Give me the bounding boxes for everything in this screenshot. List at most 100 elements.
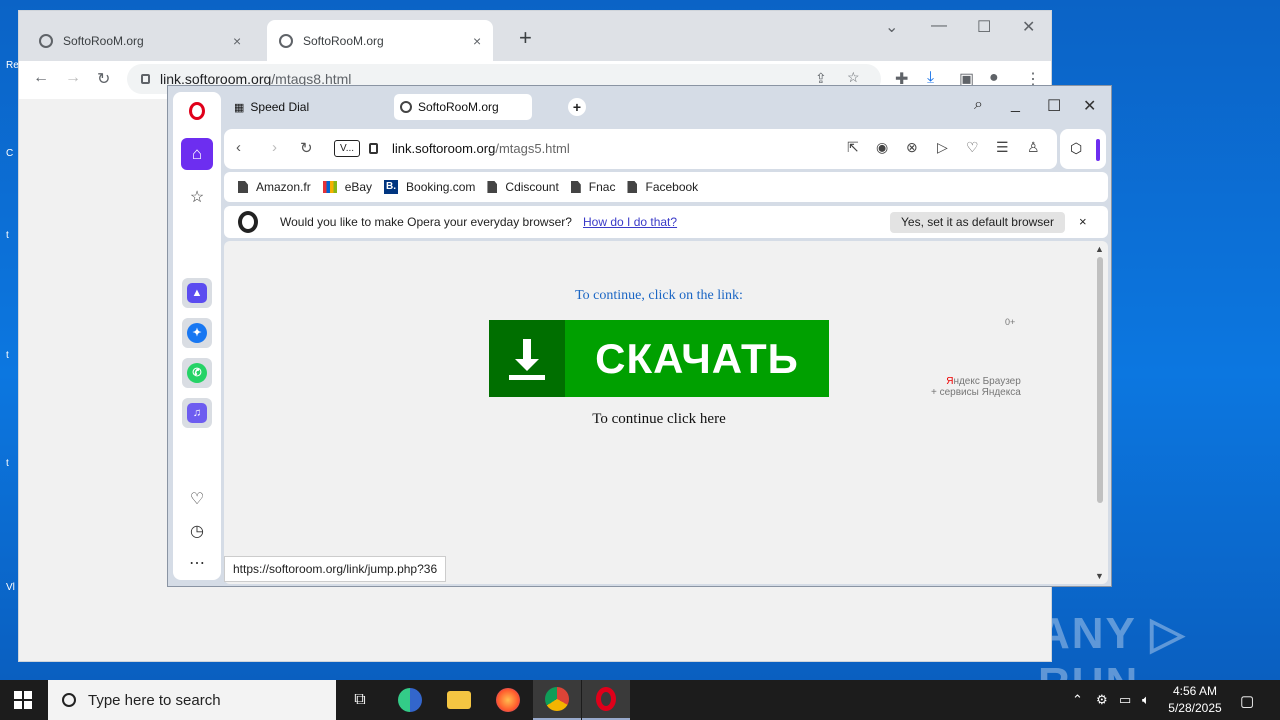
bookmark-item[interactable]: B. Booking.com [384,180,475,194]
age-rating: 0+ [1005,317,1016,327]
bookmark-star-icon[interactable]: ☆ [847,69,860,86]
more-icon[interactable]: ⋯ [187,554,207,574]
scrollbar[interactable]: ▲ ▼ [1095,244,1105,581]
opera-window: ⌂ ☆ ▲ ✦ ✆ ♫ ♡ ◷ ⋯ ▦ Speed Dial SoftoRooM… [167,85,1112,587]
yandex-line1: ндекс Браузер [953,376,1021,387]
close-window-button[interactable]: ✕ [1083,96,1096,116]
opera-address-bar: ‹ › ↻ V... link.softoroom.org/mtags5.htm… [224,129,1057,169]
yandex-line2: + сервисы Яндекса [931,387,1021,398]
aria-app-icon[interactable]: ▲ [182,278,212,308]
clock-date: 5/28/2025 [1168,701,1222,715]
messenger-icon[interactable]: ✦ [182,318,212,348]
firefox-icon[interactable] [484,680,532,720]
bookmark-item[interactable]: eBay [322,180,372,194]
opera-tab[interactable]: ▦ Speed Dial [228,94,315,120]
continue-link[interactable]: To continue click here [224,411,1094,428]
url-field[interactable]: link.softoroom.org/mtags5.html [392,141,570,156]
reload-icon[interactable]: ↻ [97,69,110,89]
windows-start-icon[interactable] [14,691,32,709]
yandex-ad[interactable]: Яндекс Браузер + сервисы Яндекса [931,376,1021,398]
network-icon[interactable]: ▭ [1119,692,1131,708]
bookmark-label: Amazon.fr [256,180,311,194]
download-banner[interactable]: СКАЧАТЬ [489,320,829,397]
close-tab-icon[interactable]: × [473,33,481,49]
task-view-icon[interactable]: ⧉ [336,680,384,720]
page-icon [627,181,638,193]
home-icon[interactable]: ⌂ [181,138,213,170]
chrome-taskbar-icon[interactable] [533,680,581,720]
opera-taskbar-icon[interactable] [582,680,630,720]
tab-label: Speed Dial [250,100,310,114]
vpn-badge[interactable]: V... [334,140,360,157]
maximize-button[interactable]: ☐ [977,17,991,37]
share-icon[interactable]: ⇱ [847,139,859,156]
new-tab-button[interactable]: + [519,25,532,51]
volume-icon[interactable]: 🔈︎ [1142,692,1150,708]
how-to-link[interactable]: How do I do that? [583,215,677,229]
clock[interactable]: 4:56 AM 5/28/2025 [1160,683,1230,717]
taskbar-search[interactable]: Type here to search [48,680,336,720]
lock-icon [141,74,150,84]
download-arrow-icon [489,320,565,397]
tab-search-icon[interactable]: ⌄ [885,17,898,37]
easy-setup-icon[interactable]: ☰ [996,139,1009,156]
profile-icon[interactable]: ♙ [1027,139,1040,156]
set-default-button[interactable]: Yes, set it as default browser [890,212,1065,233]
close-tab-icon[interactable]: × [233,33,241,49]
edge-icon[interactable] [386,680,434,720]
snapshot-icon[interactable]: ◉ [876,139,888,156]
chrome-tab-strip: SoftoRooM.org × SoftoRooM.org × + ⌄ — ☐ … [19,11,1051,61]
adblock-icon[interactable]: ⊗ [906,139,918,156]
minimize-button[interactable]: _ [1011,96,1020,114]
scroll-up-icon[interactable]: ▲ [1095,244,1104,254]
history-icon[interactable]: ◷ [187,522,207,542]
file-explorer-icon[interactable] [435,680,483,720]
heart-icon[interactable]: ♡ [187,490,207,510]
forward-icon[interactable]: › [272,139,277,156]
tab-label: SoftoRooM.org [418,100,499,114]
continue-prompt: To continue, click on the link: [575,288,743,303]
scroll-thumb[interactable] [1097,257,1103,503]
status-bar-url: https://softoroom.org/link/jump.php?36 [224,556,447,582]
opera-tab-strip: ▦ Speed Dial SoftoRooM.org + ⌕ _ ☐ ✕ [224,86,1112,128]
maximize-button[interactable]: ☐ [1047,96,1061,116]
search-placeholder: Type here to search [88,691,221,709]
close-window-button[interactable]: ✕ [1022,17,1035,37]
extensions-cube-icon[interactable]: ⬡ [1070,140,1082,157]
bookmark-item[interactable]: Fnac [570,180,616,194]
bookmark-label: Cdiscount [505,180,559,194]
bookmark-item[interactable]: Facebook [627,180,698,194]
search-icon [62,693,76,707]
scroll-down-icon[interactable]: ▼ [1095,571,1104,581]
tray-chevron-icon[interactable]: ⌃ [1072,692,1083,708]
default-browser-infobar: Would you like to make Opera your everyd… [224,206,1108,238]
tab-label: SoftoRooM.org [303,33,384,48]
close-infobar-icon[interactable]: × [1079,214,1087,229]
tab-label: SoftoRooM.org [63,33,144,48]
opera-tab-active[interactable]: SoftoRooM.org [394,94,532,120]
notifications-icon[interactable]: ▢ [1240,692,1254,710]
chrome-tab-active[interactable]: SoftoRooM.org × [267,20,494,61]
player-icon[interactable]: ▷ [937,139,948,156]
new-tab-button[interactable]: + [568,98,586,116]
reload-icon[interactable]: ↻ [300,139,313,157]
star-icon[interactable]: ☆ [187,188,207,208]
tray-app-icon[interactable]: ⚙ [1096,692,1108,708]
bookmark-item[interactable]: Cdiscount [487,180,559,194]
back-icon[interactable]: ← [33,69,49,87]
chrome-tab[interactable]: SoftoRooM.org × [27,20,253,61]
page-icon [570,181,581,193]
opera-logo-icon [238,211,258,233]
search-icon[interactable]: ⌕ [974,96,983,114]
bookmark-label: Fnac [588,180,616,194]
opera-logo-icon[interactable] [189,102,205,120]
bookmark-item[interactable]: Amazon.fr [238,180,311,194]
whatsapp-icon[interactable]: ✆ [182,358,212,388]
minimize-button[interactable]: — [931,17,947,35]
accent-bar [1096,139,1100,161]
taskbar: Type here to search ⧉ ⌃ ⚙ ▭ 🔈︎ 4:56 AM 5… [0,680,1280,720]
forward-icon[interactable]: → [65,69,81,87]
music-player-icon[interactable]: ♫ [182,398,212,428]
back-icon[interactable]: ‹ [236,139,241,156]
heart-icon[interactable]: ♡ [966,139,979,156]
